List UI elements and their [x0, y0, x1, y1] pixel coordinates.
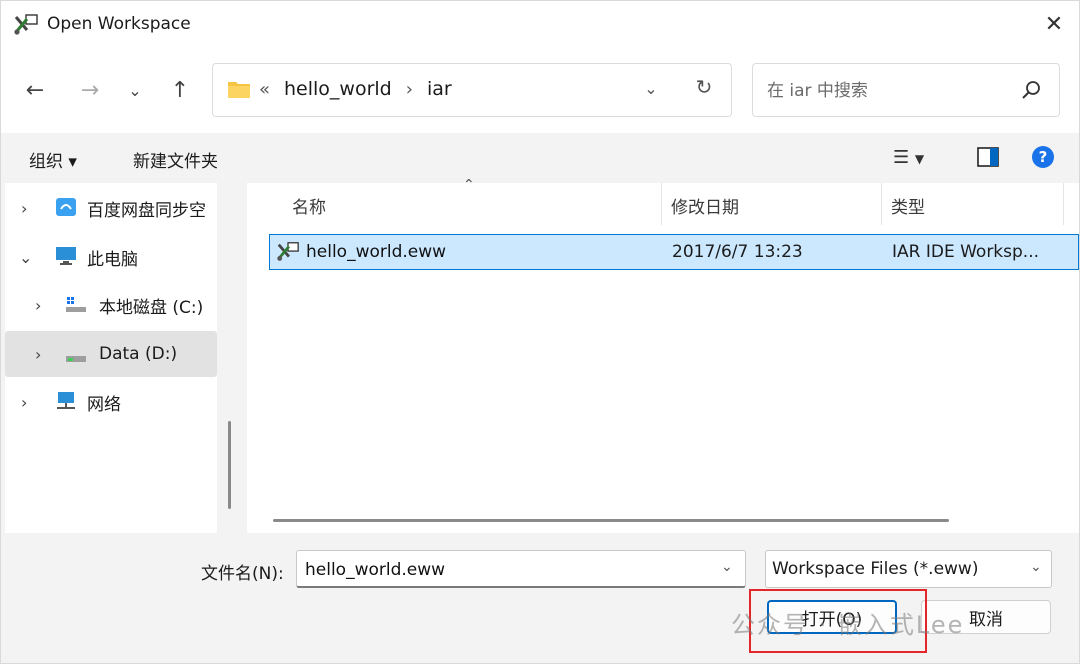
- open-button-label: 打开(O): [801, 609, 863, 630]
- drive-icon: [66, 356, 86, 362]
- file-type: IAR IDE Worksp...: [892, 242, 1040, 262]
- tree-item-network[interactable]: › 网络: [5, 379, 217, 425]
- close-icon: ✕: [1044, 11, 1064, 37]
- preview-pane-button[interactable]: [977, 147, 999, 167]
- sort-ascending-icon: ⌃: [463, 177, 475, 193]
- tree-item-baidu-sync[interactable]: › 百度网盘同步空: [5, 185, 217, 231]
- navigation-scrollbar[interactable]: [228, 421, 231, 509]
- column-divider[interactable]: [661, 183, 662, 225]
- tree-label: 本地磁盘 (C:): [99, 297, 204, 318]
- new-folder-button[interactable]: 新建文件夹: [133, 147, 218, 172]
- chevron-down-icon[interactable]: ⌄: [721, 559, 733, 575]
- refresh-icon: ↻: [695, 75, 713, 99]
- computer-icon: [56, 247, 76, 265]
- address-bar[interactable]: « hello_world › iar ⌄ ↻: [212, 63, 732, 117]
- chevron-right-icon: ›: [21, 198, 28, 218]
- refresh-button[interactable]: ↻: [691, 74, 717, 100]
- file-date-modified: 2017/6/7 13:23: [672, 242, 803, 262]
- file-row[interactable]: hello_world.eww 2017/6/7 13:23 IAR IDE W…: [269, 234, 1079, 270]
- organize-menu[interactable]: 组织 ▾: [29, 147, 77, 172]
- tree-item-local-disk-c[interactable]: › 本地磁盘 (C:): [5, 282, 217, 328]
- tree-label: 网络: [87, 394, 121, 415]
- search-icon: [1022, 81, 1040, 99]
- up-button[interactable]: ↑: [166, 76, 194, 104]
- help-button[interactable]: ?: [1031, 145, 1055, 169]
- file-name-input[interactable]: [303, 556, 707, 584]
- file-type-value: Workspace Files (*.eww): [772, 559, 979, 579]
- tree-label: Data (D:): [99, 344, 178, 364]
- column-header-name[interactable]: 名称: [292, 193, 326, 218]
- open-workspace-dialog: Open Workspace ✕ ← → ⌄ ↑ « hello_world ›…: [0, 0, 1080, 664]
- column-header-type[interactable]: 类型: [891, 193, 925, 218]
- forward-button[interactable]: →: [76, 76, 104, 104]
- file-type-select[interactable]: Workspace Files (*.eww) ⌄: [765, 550, 1052, 588]
- tree-item-this-pc[interactable]: ⌄ 此电脑: [5, 234, 217, 280]
- view-options-button[interactable]: ☰ ▼: [893, 147, 924, 168]
- arrow-right-icon: →: [80, 77, 100, 103]
- list-view-icon: ☰: [893, 147, 910, 168]
- cancel-button-label: 取消: [969, 609, 1003, 630]
- file-name-combobox[interactable]: ⌄: [296, 550, 746, 588]
- tree-label: 此电脑: [87, 249, 138, 270]
- tree-item-data-d[interactable]: › Data (D:): [5, 331, 217, 377]
- folder-icon: [228, 82, 250, 98]
- close-button[interactable]: ✕: [1039, 9, 1069, 39]
- chevron-down-icon: ⌄: [128, 80, 142, 100]
- title-bar: Open Workspace ✕: [1, 1, 1079, 49]
- search-input[interactable]: [765, 76, 1019, 106]
- breadcrumb: « hello_world › iar: [259, 78, 452, 100]
- iar-app-icon: [14, 14, 38, 35]
- chevron-down-icon: ▼: [914, 152, 925, 166]
- window-title: Open Workspace: [47, 14, 191, 34]
- arrow-up-icon: ↑: [170, 77, 190, 103]
- column-divider[interactable]: [881, 183, 882, 225]
- back-button[interactable]: ←: [21, 76, 49, 104]
- column-header-date-modified[interactable]: 修改日期: [671, 193, 739, 218]
- search-box[interactable]: [752, 63, 1060, 117]
- horizontal-scrollbar[interactable]: [273, 519, 949, 522]
- arrow-left-icon: ←: [25, 77, 45, 103]
- chevron-down-icon: ⌄: [19, 247, 33, 267]
- svg-text:?: ?: [1039, 148, 1048, 166]
- file-name: hello_world.eww: [306, 242, 447, 262]
- breadcrumb-overflow[interactable]: «: [259, 79, 270, 100]
- breadcrumb-hello-world[interactable]: hello_world: [284, 78, 392, 100]
- drive-icon: [66, 297, 86, 312]
- navigation-pane: › 百度网盘同步空 ⌄ 此电脑 › 本地磁盘 (C:) › Data (D:) …: [5, 183, 217, 533]
- network-icon: [57, 392, 75, 409]
- chevron-down-icon: ⌄: [644, 78, 658, 98]
- tree-label: 百度网盘同步空: [87, 200, 206, 221]
- address-dropdown-button[interactable]: ⌄: [639, 76, 663, 100]
- open-button[interactable]: 打开(O): [767, 600, 897, 634]
- chevron-right-icon: ›: [21, 392, 28, 412]
- chevron-right-icon: ›: [405, 78, 413, 100]
- file-name-label: 文件名(N):: [201, 564, 284, 584]
- chevron-right-icon: ›: [35, 295, 42, 315]
- iar-workspace-file-icon: [277, 242, 299, 261]
- chevron-right-icon: ›: [35, 344, 42, 364]
- column-divider[interactable]: [1063, 183, 1064, 225]
- breadcrumb-iar[interactable]: iar: [427, 78, 452, 100]
- chevron-down-icon: ⌄: [1030, 559, 1042, 575]
- cancel-button[interactable]: 取消: [921, 600, 1051, 634]
- recent-locations-button[interactable]: ⌄: [121, 76, 149, 104]
- baidu-cloud-icon: [56, 198, 76, 216]
